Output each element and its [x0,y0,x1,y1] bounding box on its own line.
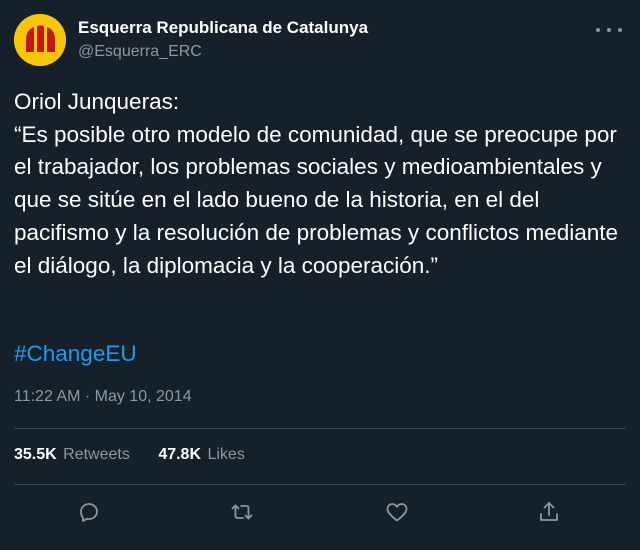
retweets-label: Retweets [63,446,130,463]
retweet-icon [231,504,253,520]
likes-label: Likes [207,446,245,463]
more-options-icon[interactable] [596,20,622,40]
tweet-stats: 35.5K Retweets 47.8K Likes [14,446,269,464]
hashtag-link[interactable]: #ChangeEU [14,341,137,367]
account-handle[interactable]: @Esquerra_ERC [78,43,202,61]
tweet-header: Esquerra Republicana de Catalunya @Esque… [14,14,626,70]
account-name[interactable]: Esquerra Republicana de Catalunya [78,18,368,38]
share-button[interactable] [531,494,567,530]
retweet-button[interactable] [224,494,260,530]
likes-stat[interactable]: 47.8K Likes [158,446,245,464]
reply-icon [80,503,98,522]
retweets-stat[interactable]: 35.5K Retweets [14,446,130,464]
erc-logo-icon [14,14,66,66]
reply-button[interactable] [71,494,107,530]
divider [14,484,626,485]
tweet-timestamp[interactable]: 11:22 AM · May 10, 2014 [14,388,192,406]
share-icon [540,502,558,521]
divider [14,428,626,429]
tweet-text: Oriol Junqueras: “Es posible otro modelo… [14,89,619,278]
like-button[interactable] [379,494,415,530]
avatar[interactable] [14,14,66,66]
like-icon [386,503,408,522]
likes-count: 47.8K [158,446,202,463]
retweets-count: 35.5K [14,446,57,463]
